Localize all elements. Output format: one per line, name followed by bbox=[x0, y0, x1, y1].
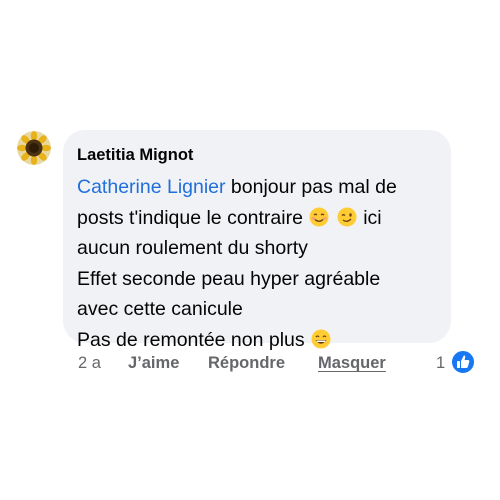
comment-actions: 2 a J’aime Répondre Masquer 1 bbox=[0, 349, 500, 379]
like-reaction-icon[interactable] bbox=[451, 350, 475, 374]
comment-line: avec cette canicule bbox=[77, 298, 243, 320]
comment-text: bonjour pas mal de bbox=[225, 176, 397, 198]
comment-text: posts t'indique le contraire bbox=[77, 206, 303, 229]
hide-button[interactable]: Masquer bbox=[318, 354, 386, 373]
sunflower-icon bbox=[17, 131, 51, 165]
reply-button[interactable]: Répondre bbox=[208, 354, 285, 373]
comment-author[interactable]: Laetitia Mignot bbox=[77, 145, 437, 165]
comment-bubble: Laetitia Mignot Catherine Lignier bonjou… bbox=[63, 130, 451, 351]
avatar[interactable] bbox=[17, 131, 51, 165]
comment-text: ici bbox=[363, 206, 382, 229]
like-button[interactable]: J’aime bbox=[128, 354, 179, 373]
smiling-face-icon bbox=[309, 207, 329, 226]
comment-line: aucun roulement du shorty bbox=[77, 237, 308, 259]
grinning-face-icon bbox=[311, 329, 331, 348]
comment-text: Pas de remontée non plus bbox=[77, 328, 305, 351]
timestamp[interactable]: 2 a bbox=[78, 354, 101, 373]
winking-face-icon bbox=[337, 207, 357, 226]
comment-line: posts t'indique le contraire ici bbox=[77, 203, 437, 234]
reaction-count[interactable]: 1 bbox=[436, 354, 445, 373]
mention-link[interactable]: Catherine Lignier bbox=[77, 176, 226, 198]
comment-line: Effet seconde peau hyper agréable bbox=[77, 267, 381, 290]
comment-line: Catherine Lignier bonjour pas mal de bbox=[77, 172, 437, 203]
